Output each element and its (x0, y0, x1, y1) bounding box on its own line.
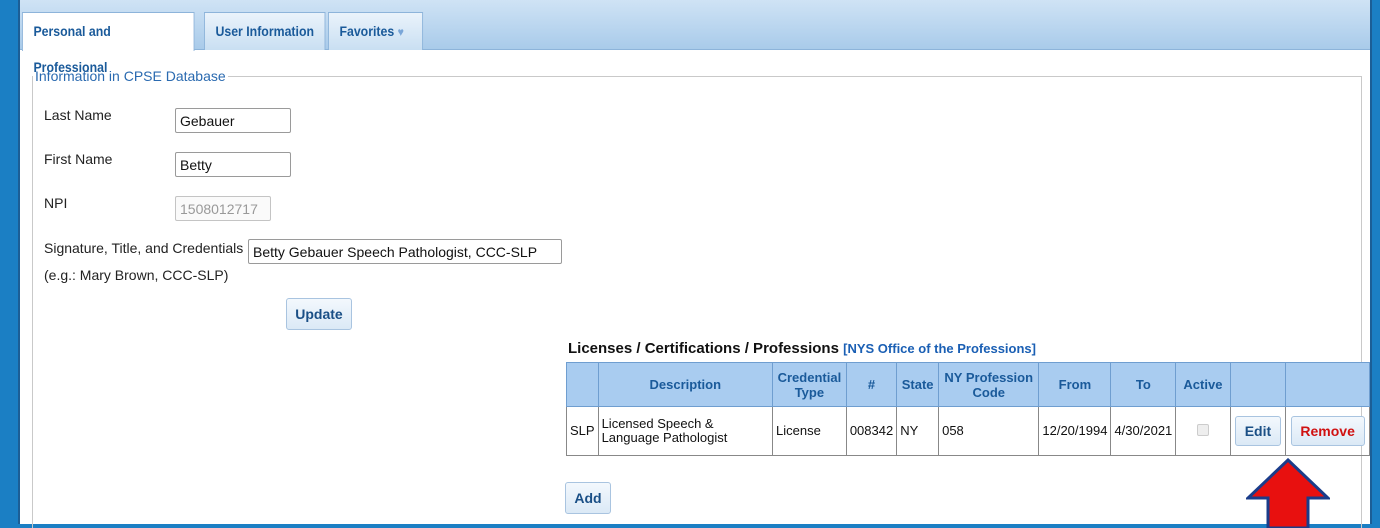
app-frame: Personal and Professional User Informati… (18, 0, 1372, 528)
pointer-arrow-icon (1246, 458, 1330, 528)
npi-label: NPI (44, 195, 68, 211)
col-header-profession-code: NY Profession Code (938, 362, 1040, 407)
last-name-input[interactable] (175, 108, 291, 133)
nys-office-link-wrapper: [NYS Office of the Professions] (843, 341, 1036, 356)
cell-profession-code: 058 (938, 406, 1040, 456)
npi-input (175, 196, 271, 221)
heart-icon: ♥ (397, 25, 404, 39)
table-header-row: Description Credential Type # State NY P… (566, 362, 1370, 407)
tab-label: User Information (215, 23, 315, 39)
col-header-active: Active (1175, 362, 1231, 407)
edit-button[interactable]: Edit (1234, 416, 1281, 446)
first-name-label: First Name (44, 151, 113, 167)
col-header-state: State (896, 362, 940, 407)
col-header-code (566, 362, 599, 407)
last-name-label: Last Name (44, 107, 112, 123)
cell-number: 008342 (845, 406, 898, 456)
cell-remove: Remove (1285, 406, 1370, 456)
licenses-title: Licenses / Certifications / Professions … (568, 340, 1036, 357)
col-header-edit (1229, 362, 1287, 407)
col-header-credential-type: Credential Type (771, 362, 847, 407)
col-header-from: From (1038, 362, 1112, 407)
tab-label: Favorites (339, 23, 395, 39)
remove-button[interactable]: Remove (1290, 416, 1365, 446)
cell-active (1175, 406, 1231, 456)
cell-credential-type: License (771, 406, 847, 456)
cell-description: Licensed Speech & Language Pathologist (597, 406, 773, 456)
tab-user-information[interactable]: User Information (204, 12, 326, 50)
tab-bar: Personal and Professional User Informati… (20, 0, 1370, 75)
bracket-close: ] (1031, 341, 1036, 356)
signature-label: Signature, Title, and Credentials (44, 240, 244, 256)
update-button[interactable]: Update (286, 298, 352, 330)
first-name-input[interactable] (175, 152, 291, 177)
add-button[interactable]: Add (565, 482, 611, 514)
col-header-description: Description (597, 362, 773, 407)
cell-code: SLP (566, 406, 599, 456)
active-checkbox (1196, 423, 1209, 436)
col-header-number: # (845, 362, 898, 407)
nys-office-link[interactable]: NYS Office of the Professions (847, 341, 1031, 356)
cell-state: NY (896, 406, 940, 456)
cell-to: 4/30/2021 (1110, 406, 1177, 456)
signature-input[interactable] (248, 239, 562, 264)
col-header-remove (1285, 362, 1370, 407)
cpse-info-section: Information in CPSE Database (32, 68, 1362, 528)
licenses-heading: Licenses / Certifications / Professions (568, 340, 839, 357)
section-legend: Information in CPSE Database (35, 68, 226, 84)
col-header-to: To (1110, 362, 1177, 407)
tab-personal-professional[interactable]: Personal and Professional (22, 12, 195, 75)
tab-favorites[interactable]: Favorites ♥ (328, 12, 424, 50)
table-row: SLP Licensed Speech & Language Pathologi… (566, 406, 1370, 456)
licenses-table: Description Credential Type # State NY P… (566, 362, 1370, 456)
signature-hint: (e.g.: Mary Brown, CCC-SLP) (44, 267, 229, 283)
cell-edit: Edit (1229, 406, 1287, 456)
cell-from: 12/20/1994 (1038, 406, 1112, 456)
